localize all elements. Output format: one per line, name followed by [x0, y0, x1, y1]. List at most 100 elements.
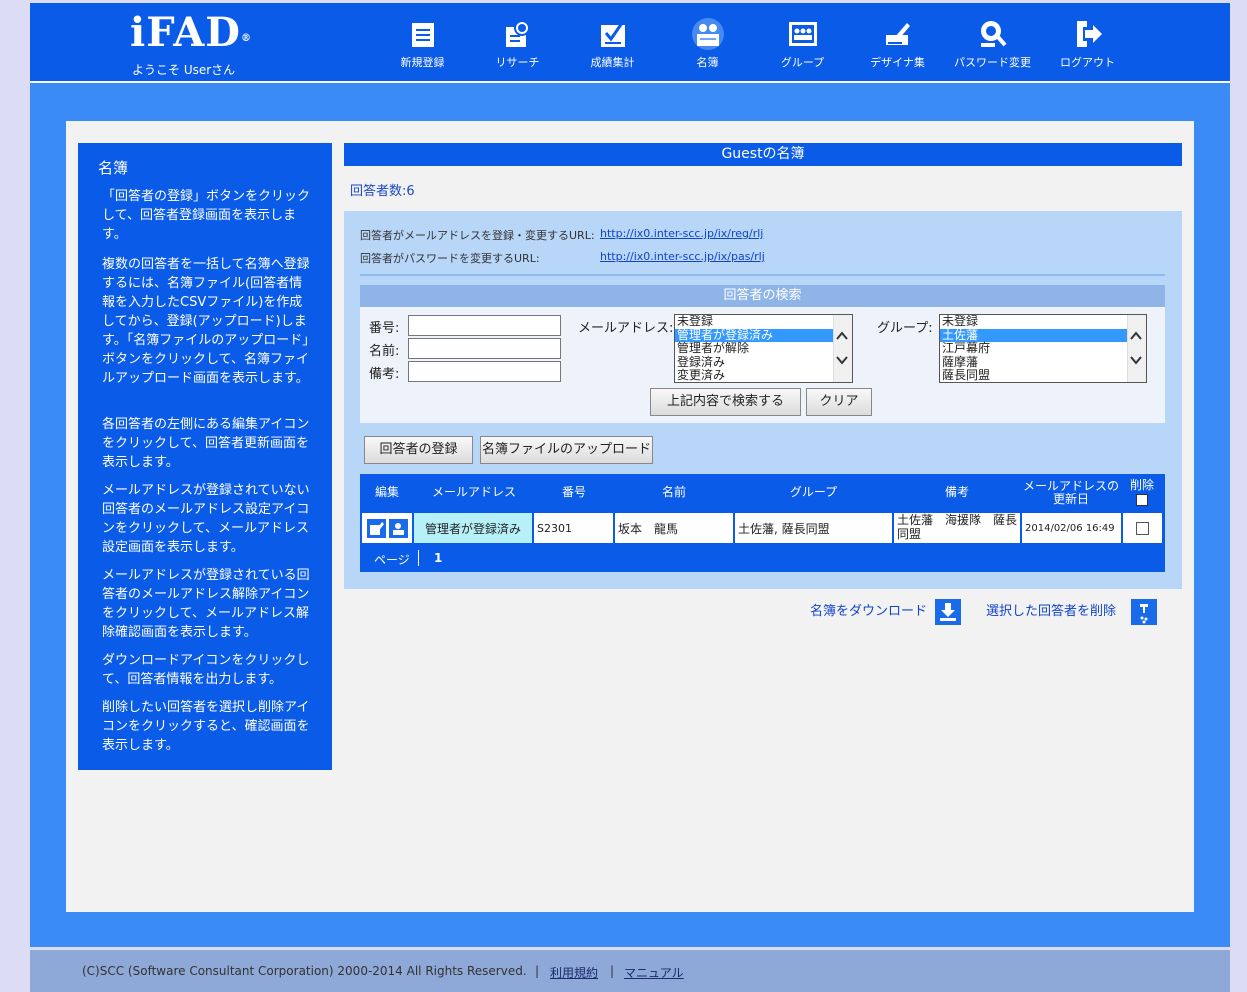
page-label: ページ: [374, 553, 410, 567]
note-label: 備考:: [369, 367, 400, 382]
roster-icon: [691, 18, 724, 50]
nav-label: 名簿: [696, 56, 719, 69]
help-text-upload: 複数の回答者を一括して名簿へ登録するには、名簿ファイル(回答者情報を入力したCS…: [102, 257, 310, 386]
group-option[interactable]: 未登録: [940, 315, 1146, 329]
welcome-text: ようこそ Userさん: [132, 63, 236, 77]
upload-roster-button[interactable]: 名簿ファイルのアップロード: [480, 436, 653, 464]
password-change-icon: [980, 21, 1007, 47]
number-label: 番号:: [369, 321, 400, 336]
help-text-edit: 各回答者の左側にある編集アイコンをクリックして、回答者更新画面を表示します。: [102, 417, 310, 470]
page-title: Guestの名簿: [344, 143, 1182, 166]
nav-label: デザイナ集: [870, 56, 925, 69]
edit-cell: [362, 513, 412, 543]
group-option[interactable]: 江戸幕府: [940, 341, 1146, 356]
help-text-register: 「回答者の登録」ボタンをクリックして、回答者登録画面を表示します。: [102, 189, 311, 242]
nav-research[interactable]: リサーチ: [470, 17, 565, 70]
register-respondent-button[interactable]: 回答者の登録: [364, 436, 473, 464]
clear-button[interactable]: クリア: [806, 388, 872, 416]
help-text-delete: 削除したい回答者を選択し削除アイコンをクリックすると、確認画面を表示します。: [102, 700, 310, 753]
main-nav: 新規登録 リサーチ 成績集計 名簿 グループ デザイナ集 パスワード変更 ログア…: [375, 17, 1135, 70]
updated-cell: 2014/02/06 16:49: [1022, 513, 1121, 543]
nav-label: ログアウト: [1060, 56, 1115, 69]
download-roster-link[interactable]: 名簿をダウンロード: [810, 600, 927, 619]
divider: [360, 274, 1165, 276]
group-listbox[interactable]: 未登録 土佐藩 江戸幕府 薩摩藩 薩長同盟: [939, 314, 1147, 383]
nav-password-change[interactable]: パスワード変更: [945, 17, 1040, 70]
note-cell: 土佐藩 海援隊 薩長同盟: [894, 513, 1020, 543]
help-text-email-release: メールアドレスが登録されている回答者のメールアドレス解除アイコンをクリックして、…: [102, 568, 310, 640]
col-name: 名前: [661, 485, 686, 499]
nav-group[interactable]: グループ: [755, 17, 850, 70]
email-status-listbox[interactable]: 未登録 管理者が登録済み 管理者が解除 登録済み 変更済み: [674, 314, 853, 383]
email-option[interactable]: 登録済み: [675, 355, 852, 370]
delete-selected-link[interactable]: 選択した回答者を削除: [986, 600, 1116, 619]
logout-icon: [1076, 21, 1102, 47]
ifad-logo[interactable]: iFAD®: [130, 11, 252, 55]
registered-mark: ®: [240, 33, 252, 44]
name-label: 名前:: [369, 344, 400, 359]
respondent-count: 回答者数:6: [350, 184, 415, 199]
group-cell: 土佐藩, 薩長同盟: [735, 513, 892, 543]
col-note: 備考: [944, 485, 969, 499]
email-option[interactable]: 変更済み: [675, 368, 852, 382]
help-text-email-set: メールアドレスが登録されていない回答者のメールアドレス設定アイコンをクリックして…: [102, 483, 310, 555]
email-url-row: 回答者がメールアドレスを登録・変更するURL: http://ix0.inter…: [360, 227, 763, 243]
delete-cell: [1123, 513, 1162, 543]
email-status-cell: 管理者が登録済み: [414, 513, 532, 543]
nav-roster[interactable]: 名簿: [660, 17, 755, 70]
group-icon: [788, 22, 817, 46]
col-edit: 編集: [374, 485, 399, 499]
email-url-label: 回答者がメールアドレスを登録・変更するURL:: [360, 229, 595, 242]
delete-icon[interactable]: [1131, 599, 1157, 625]
name-cell: 坂本 龍馬: [615, 513, 733, 543]
search-title: 回答者の検索: [360, 285, 1165, 307]
search-panel: 回答者の検索 番号: 名前: 備考: メールアドレス: 未登録 管理者が登録済み…: [360, 285, 1165, 423]
group-filter-label: グループ:: [877, 321, 933, 336]
download-icon[interactable]: [935, 599, 961, 625]
email-release-icon[interactable]: [388, 518, 408, 538]
email-option-selected[interactable]: 管理者が登録済み: [675, 328, 852, 342]
manual-link[interactable]: マニュアル: [624, 966, 684, 980]
password-url-row: 回答者がパスワードを変更するURL: http://ix0.inter-scc.…: [360, 250, 765, 266]
page-number-link[interactable]: 1: [434, 551, 442, 565]
delete-checkbox[interactable]: [1136, 521, 1149, 535]
group-option-selected[interactable]: 土佐藩: [940, 328, 1146, 342]
help-sidebar: 名簿 「回答者の登録」ボタンをクリックして、回答者登録画面を表示します。 複数の…: [78, 143, 332, 770]
sidebar-title: 名簿: [98, 159, 129, 177]
nav-grade-summary[interactable]: 成績集計: [565, 17, 660, 70]
nav-logout[interactable]: ログアウト: [1040, 17, 1135, 70]
group-option[interactable]: 薩摩藩: [940, 355, 1146, 370]
nav-label: 新規登録: [400, 56, 445, 69]
nav-label: リサーチ: [495, 56, 540, 69]
roster-box: 回答者がメールアドレスを登録・変更するURL: http://ix0.inter…: [344, 211, 1182, 589]
password-url-link[interactable]: http://ix0.inter-scc.jp/ix/pas/rlj: [600, 250, 765, 263]
number-input[interactable]: [408, 315, 561, 336]
group-listbox-scrollbar[interactable]: [1127, 315, 1146, 382]
nav-label: 成績集計: [590, 56, 635, 69]
col-delete-label: 削除: [1129, 478, 1154, 492]
note-input[interactable]: [408, 361, 561, 382]
email-option[interactable]: 未登録: [675, 315, 852, 329]
select-all-checkbox[interactable]: [1136, 494, 1148, 506]
table-row: 管理者が登録済み S2301 坂本 龍馬 土佐藩, 薩長同盟 土佐藩 海援隊 薩…: [360, 511, 1165, 546]
nav-new-entry[interactable]: 新規登録: [375, 17, 470, 70]
email-listbox-scrollbar[interactable]: [833, 315, 852, 382]
header: iFAD® ようこそ Userさん 新規登録 リサーチ 成績集計 名簿 グループ: [30, 3, 1230, 81]
col-email: メールアドレス: [431, 485, 516, 499]
col-number: 番号: [561, 485, 586, 499]
email-url-link[interactable]: http://ix0.inter-scc.jp/ix/reg/rlj: [600, 227, 763, 240]
col-group: グループ: [789, 485, 838, 499]
col-updated: メールアドレスの更新日: [1023, 478, 1120, 506]
terms-link[interactable]: 利用規約: [550, 966, 598, 980]
nav-designer[interactable]: デザイナ集: [850, 17, 945, 70]
designer-icon: [885, 23, 910, 45]
chevron-down-icon: [1130, 356, 1142, 365]
research-icon: [505, 20, 530, 47]
email-option[interactable]: 管理者が解除: [675, 341, 852, 356]
edit-icon[interactable]: [366, 518, 386, 538]
footer-divider: |: [535, 964, 540, 978]
name-input[interactable]: [408, 338, 561, 359]
new-entry-icon: [411, 23, 434, 47]
group-option[interactable]: 薩長同盟: [940, 368, 1146, 382]
search-button[interactable]: 上記内容で検索する: [650, 388, 801, 416]
